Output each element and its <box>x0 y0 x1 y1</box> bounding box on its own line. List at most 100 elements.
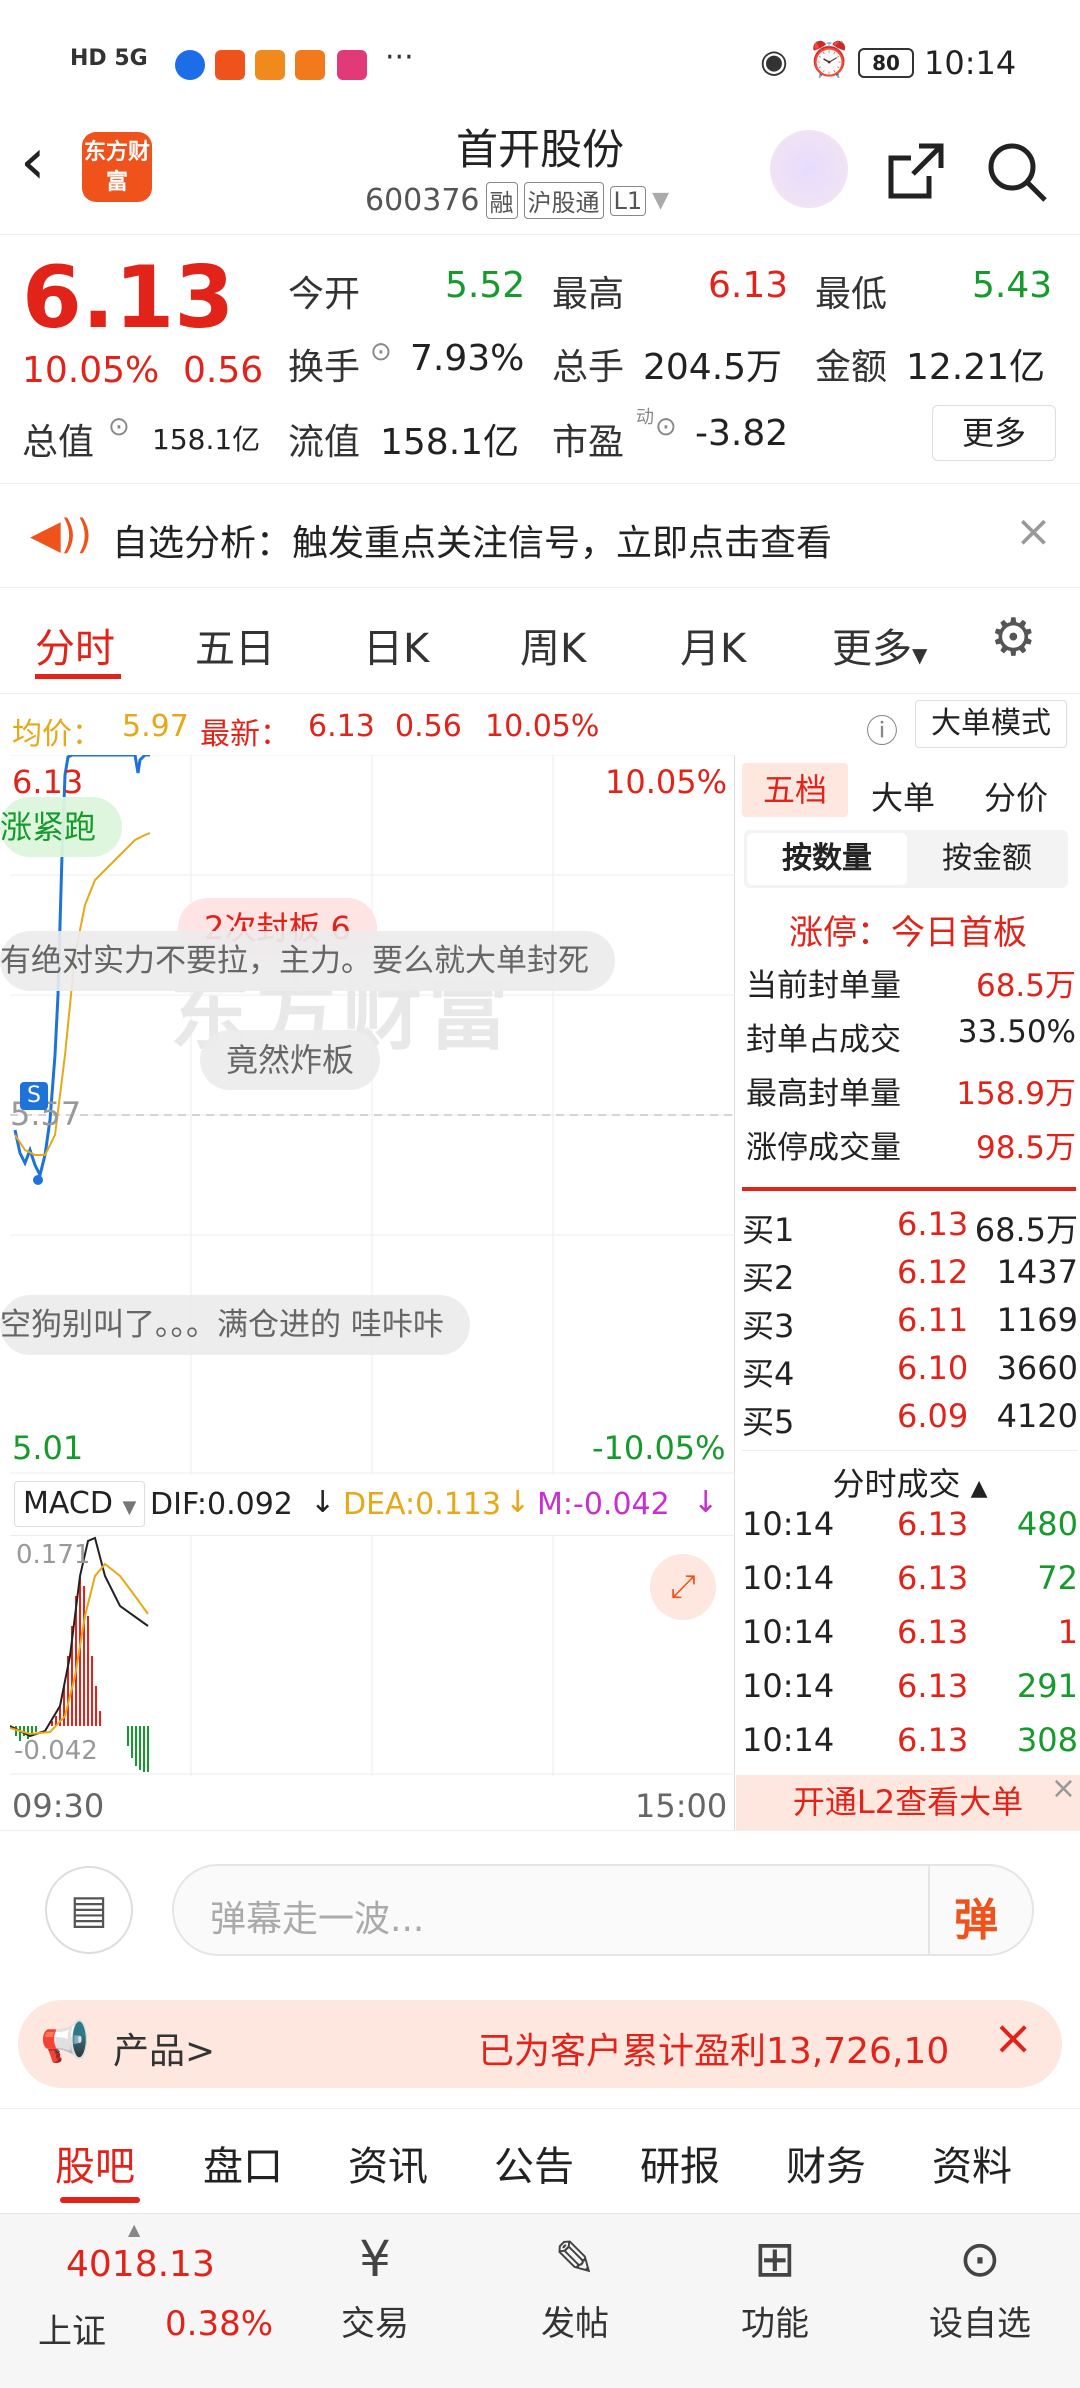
stat-row: 涨停成交量 98.5万 <box>746 1122 1076 1176</box>
stat-label: 最高封单量 <box>746 1076 901 1112</box>
pct-axis-top: 10.05% <box>605 763 728 801</box>
tab-more[interactable]: 更多▼ <box>832 616 927 674</box>
info-icon[interactable]: ⊙ <box>108 412 130 442</box>
tab-intraday[interactable]: 分时 <box>35 616 115 674</box>
help-icon[interactable]: ⓘ <box>866 706 898 752</box>
app-icon <box>295 50 325 80</box>
avg-label: 均价： <box>12 717 102 752</box>
down-arrow-icon: ↓ <box>310 1485 336 1520</box>
tab-more-label: 更多 <box>832 626 912 672</box>
indicator-select[interactable]: MACD ▼ <box>14 1481 146 1527</box>
close-icon[interactable]: × <box>1051 1761 1076 1816</box>
tab-monthly[interactable]: 月K <box>680 616 746 674</box>
assistant-robot-icon[interactable] <box>770 130 848 208</box>
tab-5day[interactable]: 五日 <box>195 616 275 674</box>
intraday-chart[interactable]: 东方财富 6.13 5.57 5.01 10.05% -10.05% S 涨紧跑… <box>0 755 735 1475</box>
danmaku-bubble[interactable]: 有绝对实力不要拉，主力。要么就大单封死 <box>0 931 615 991</box>
open-value: 5.52 <box>445 265 526 306</box>
bid-row[interactable]: 买3 6.11 1169 <box>742 1301 1078 1349</box>
danmaku-settings-icon[interactable]: ▤ <box>45 1866 133 1954</box>
danmaku-bubble[interactable]: 涨紧跑 <box>0 797 123 857</box>
more-circle-icon: ⊙ <box>959 2230 1001 2288</box>
tab-daily[interactable]: 日K <box>363 616 429 674</box>
macd-chart[interactable]: 0.171 -0.042 ⤢ <box>10 1535 735 1776</box>
latest-value: 6.13 <box>308 709 375 744</box>
stock-header: ‹ 东方财富 首开股份 600376 融 沪股通 L1 ▼ <box>0 110 1080 235</box>
promo-product-link[interactable]: 产品> <box>113 2022 215 2074</box>
share-icon[interactable] <box>885 140 947 202</box>
danmaku-placeholder: 弹幕走一波... <box>210 1899 425 1940</box>
tick-price: 6.13 <box>897 1505 969 1543</box>
notice-bar[interactable]: ◀)) 自选分析：触发重点关注信号，立即点击查看 × <box>0 483 1080 588</box>
tab-level5[interactable]: 五档 <box>742 763 848 817</box>
danmaku-input[interactable]: 弹幕走一波... 弹 <box>172 1864 1034 1956</box>
bid-row[interactable]: 买1 6.13 68.5万 <box>742 1205 1078 1253</box>
more-button[interactable]: 更多 <box>932 405 1056 461</box>
clock: 10:14 <box>924 44 1017 82</box>
notice-text: 自选分析：触发重点关注信号，立即点击查看 <box>112 523 833 564</box>
dropdown-icon: ▼ <box>652 188 670 213</box>
caret-up-icon: ▲ <box>128 2220 141 2239</box>
info-icon[interactable]: ⊙ <box>370 337 392 367</box>
gear-icon[interactable]: ⚙ <box>990 608 1037 668</box>
tab-news[interactable]: 资讯 <box>348 2134 428 2192</box>
nav-add-watchlist[interactable]: ⊙ 设自选 <box>900 2214 1060 2388</box>
tick-volume: 480 <box>1016 1505 1078 1543</box>
info-icon[interactable]: ⊙ <box>655 412 677 442</box>
promo-banner[interactable]: 📢 产品> 已为客户累计盈利13,726,10 × <box>18 2000 1062 2088</box>
tab-research[interactable]: 研报 <box>640 2134 720 2192</box>
l2-upgrade-banner[interactable]: 开通L2查看大单 × <box>736 1771 1080 1830</box>
tab-finance[interactable]: 财务 <box>786 2134 866 2192</box>
active-tab-indicator <box>60 2197 140 2203</box>
nav-post[interactable]: ✎ 发帖 <box>500 2214 650 2388</box>
stat-row: 封单占成交 33.50% <box>746 1014 1076 1068</box>
tick-price: 6.13 <box>897 1559 969 1597</box>
pct-axis-bottom: -10.05% <box>592 1429 726 1467</box>
close-icon[interactable]: × <box>993 2010 1033 2066</box>
subtab-by-volume[interactable]: 按数量 <box>747 833 907 885</box>
content-tabs: 股吧 盘口 资讯 公告 研报 财务 资料 <box>0 2108 1080 2213</box>
limit-up-title: 涨停：今日首板 <box>789 913 1027 953</box>
nav-functions[interactable]: ⊞ 功能 <box>700 2214 850 2388</box>
tab-forum[interactable]: 股吧 <box>55 2134 135 2192</box>
tab-order-book[interactable]: 盘口 <box>203 2134 283 2192</box>
bid-row[interactable]: 买5 6.09 4120 <box>742 1397 1078 1445</box>
dea-value: DEA:0.113 <box>343 1487 502 1522</box>
nav-label: 设自选 <box>929 2304 1031 2344</box>
edit-icon: ✎ <box>554 2230 596 2288</box>
stat-row: 最高封单量 158.9万 <box>746 1068 1076 1122</box>
time-start: 09:30 <box>12 1787 105 1825</box>
dif-value: DIF:0.092 <box>150 1487 293 1522</box>
bid-price: 6.11 <box>897 1301 969 1339</box>
bid-row[interactable]: 买4 6.10 3660 <box>742 1349 1078 1397</box>
bid-row[interactable]: 买2 6.12 1437 <box>742 1253 1078 1301</box>
bid-volume: 68.5万 <box>974 1211 1078 1249</box>
index-widget[interactable]: ▲ 4018.13 上证 0.38% <box>10 2214 273 2388</box>
danmaku-bubble[interactable]: 空狗别叫了。。。满仓进的 哇咔咔 <box>0 1295 470 1355</box>
ticks-header[interactable]: 分时成交 ▲ <box>742 1450 1078 1505</box>
search-icon[interactable] <box>985 140 1049 204</box>
subtab-by-amount[interactable]: 按金额 <box>909 833 1065 885</box>
connect-badge: 沪股通 <box>523 182 604 219</box>
nav-trade[interactable]: ¥ 交易 <box>300 2214 450 2388</box>
danmaku-send-button[interactable]: 弹 <box>954 1884 998 1948</box>
danmaku-bubble[interactable]: 竟然炸板 <box>200 1030 381 1090</box>
app-icon <box>255 50 285 80</box>
battery-icon: 80 <box>858 48 914 78</box>
tab-price-dist[interactable]: 分价 <box>984 773 1048 819</box>
tab-big-orders[interactable]: 大单 <box>871 773 935 819</box>
l2-banner-text: 开通L2查看大单 <box>792 1783 1024 1821</box>
close-icon[interactable]: × <box>1015 506 1052 557</box>
divider <box>742 1187 1076 1191</box>
volume-label: 总手 <box>552 347 625 388</box>
expand-icon[interactable]: ⤢ <box>650 1554 716 1620</box>
tab-profile[interactable]: 资料 <box>932 2134 1012 2192</box>
tick-volume: 291 <box>1016 1667 1078 1705</box>
float-value: 158.1亿 <box>380 422 520 463</box>
tab-weekly[interactable]: 周K <box>520 616 586 674</box>
stock-code-row[interactable]: 600376 融 沪股通 L1 ▼ <box>365 182 669 219</box>
tab-announcements[interactable]: 公告 <box>494 2134 574 2192</box>
nav-label: 交易 <box>341 2304 409 2344</box>
big-order-mode-button[interactable]: 大单模式 <box>915 700 1067 748</box>
signal-marker-icon[interactable]: S <box>20 1082 48 1110</box>
